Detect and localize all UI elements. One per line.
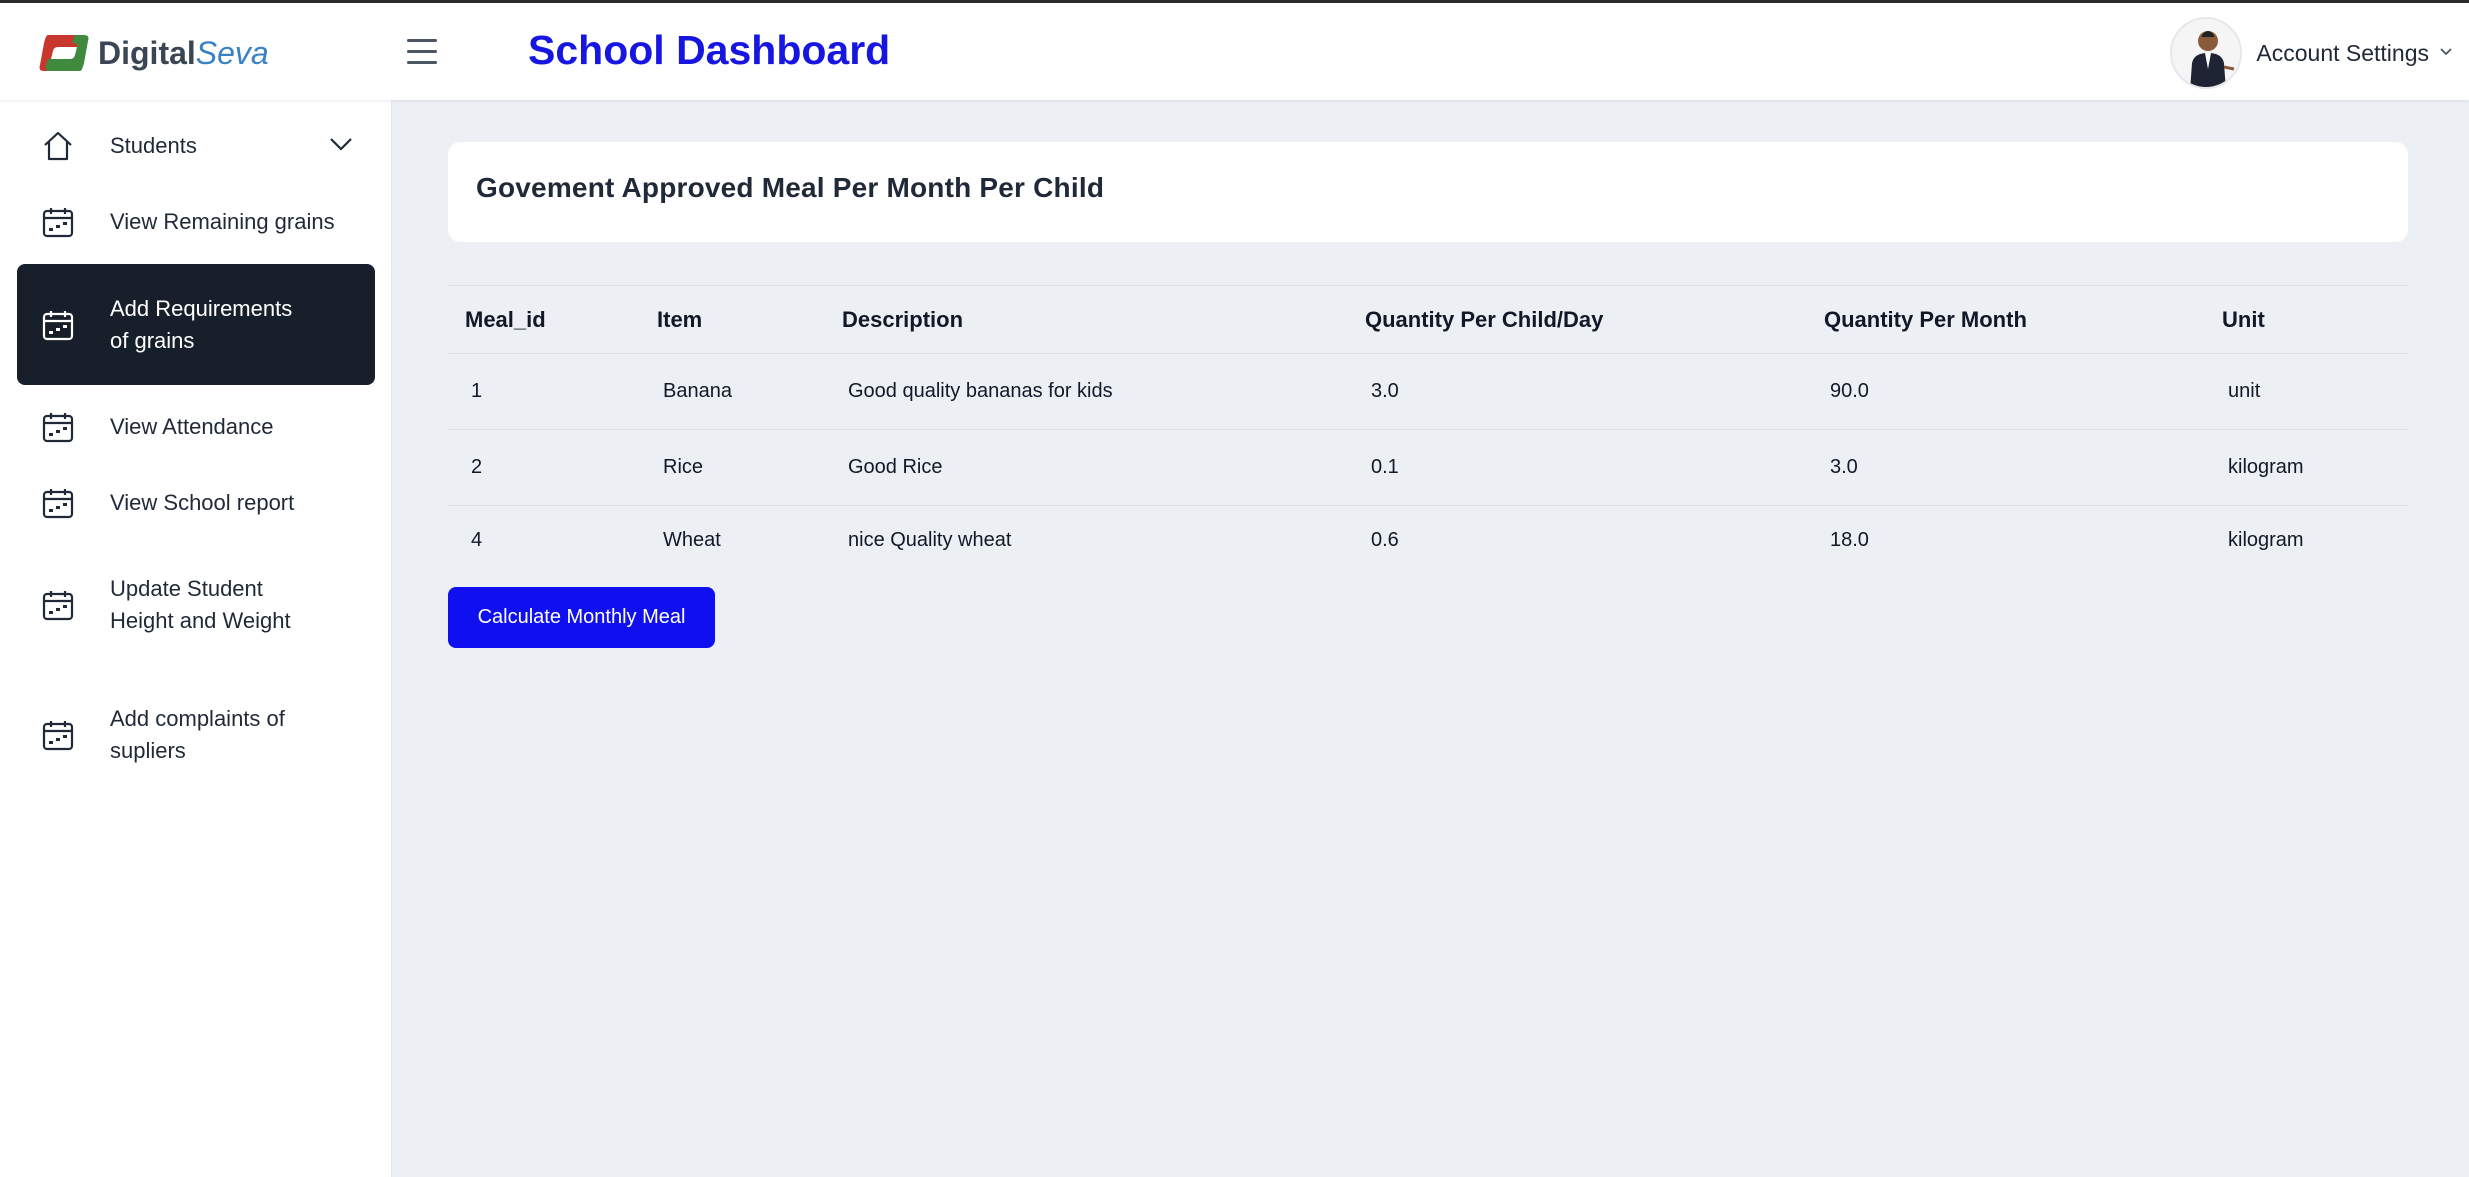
sidebar-item-label: View Attendance: [110, 414, 274, 439]
calendar-icon: [41, 718, 75, 752]
sidebar-item-label: View Remaining grains: [110, 209, 335, 234]
cell-description: Good Rice: [848, 456, 943, 478]
cell-item: Rice: [663, 456, 704, 478]
column-header-meal-id[interactable]: Meal_id: [465, 286, 546, 353]
chevron-down-icon[interactable]: [329, 137, 353, 156]
account-settings-label: Account Settings: [2256, 39, 2429, 66]
sidebar-item-label: View School report: [110, 490, 295, 515]
meal-table: Meal_id Item Description Quantity Per Ch…: [448, 285, 2408, 575]
cell-quantity-per-month: 18.0: [1830, 529, 1869, 551]
cell-unit: kilogram: [2228, 456, 2304, 478]
sidebar: Students View Remaining grains Add Requi…: [0, 100, 392, 1177]
sidebar-item-label: Add complaints of supliers: [110, 706, 285, 763]
column-header-description[interactable]: Description: [842, 286, 963, 353]
cell-quantity-per-child-day: 0.1: [1371, 456, 1399, 478]
cell-unit: kilogram: [2228, 529, 2304, 551]
digitalseva-logo-icon: [34, 29, 94, 77]
sidebar-item-add-requirements-of-grains[interactable]: Add Requirements of grains: [17, 264, 375, 385]
table-header-row: Meal_id Item Description Quantity Per Ch…: [448, 285, 2408, 353]
chevron-down-icon: [2439, 44, 2453, 62]
calendar-icon: [41, 205, 75, 239]
calculate-monthly-meal-button[interactable]: Calculate Monthly Meal: [448, 587, 715, 648]
table-row: 2 Rice Good Rice 0.1 3.0 kilogram: [448, 429, 2408, 505]
table-row: 1 Banana Good quality bananas for kids 3…: [448, 353, 2408, 429]
column-header-quantity-per-month[interactable]: Quantity Per Month: [1824, 286, 2027, 353]
cell-item: Wheat: [663, 529, 721, 551]
calendar-icon: [41, 486, 75, 520]
page-title: School Dashboard: [528, 27, 891, 73]
calendar-icon: [41, 588, 75, 622]
column-header-quantity-per-child-day[interactable]: Quantity Per Child/Day: [1365, 286, 1603, 353]
calendar-icon: [41, 410, 75, 444]
cell-meal-id: 2: [471, 456, 483, 478]
cell-meal-id: 1: [471, 380, 483, 402]
top-bar: Digital Seva School Dashboard Account Se…: [0, 0, 2469, 100]
sidebar-item-update-student-height-and-weight[interactable]: Update Student Height and Weight: [17, 550, 375, 660]
cell-quantity-per-month: 3.0: [1830, 456, 1858, 478]
cell-description: Good quality bananas for kids: [848, 380, 1113, 402]
cell-quantity-per-child-day: 3.0: [1371, 380, 1399, 402]
cell-quantity-per-child-day: 0.6: [1371, 529, 1399, 551]
cell-item: Banana: [663, 380, 732, 402]
column-header-item[interactable]: Item: [657, 286, 702, 353]
brand-logo[interactable]: Digital Seva: [34, 27, 269, 79]
home-icon: [41, 129, 75, 163]
sidebar-item-students[interactable]: Students: [17, 120, 375, 172]
sidebar-item-label: Students: [110, 133, 197, 158]
card-title: Govement Approved Meal Per Month Per Chi…: [476, 172, 1105, 203]
table-row: 4 Wheat nice Quality wheat 0.6 18.0 kilo…: [448, 505, 2408, 575]
brand-name-part2: Seva: [195, 34, 269, 71]
hamburger-menu-icon[interactable]: [407, 39, 437, 65]
column-header-unit[interactable]: Unit: [2222, 286, 2265, 353]
cell-description: nice Quality wheat: [848, 529, 1012, 551]
sidebar-item-view-remaining-grains[interactable]: View Remaining grains: [17, 196, 375, 248]
cell-unit: unit: [2228, 380, 2261, 402]
avatar[interactable]: [2170, 17, 2243, 89]
meal-title-card: Govement Approved Meal Per Month Per Chi…: [448, 142, 2408, 242]
cell-meal-id: 4: [471, 529, 483, 551]
sidebar-item-view-school-report[interactable]: View School report: [17, 477, 375, 529]
sidebar-item-label: Add Requirements of grains: [110, 295, 293, 353]
sidebar-item-add-complaints-of-supliers[interactable]: Add complaints of supliers: [17, 680, 375, 790]
calendar-icon: [41, 308, 75, 342]
cell-quantity-per-month: 90.0: [1830, 380, 1869, 402]
brand-name-part1: Digital: [98, 34, 196, 71]
account-settings-menu[interactable]: Account Settings: [2170, 17, 2453, 89]
sidebar-item-view-attendance[interactable]: View Attendance: [17, 401, 375, 453]
sidebar-item-label: Update Student Height and Weight: [110, 576, 291, 633]
